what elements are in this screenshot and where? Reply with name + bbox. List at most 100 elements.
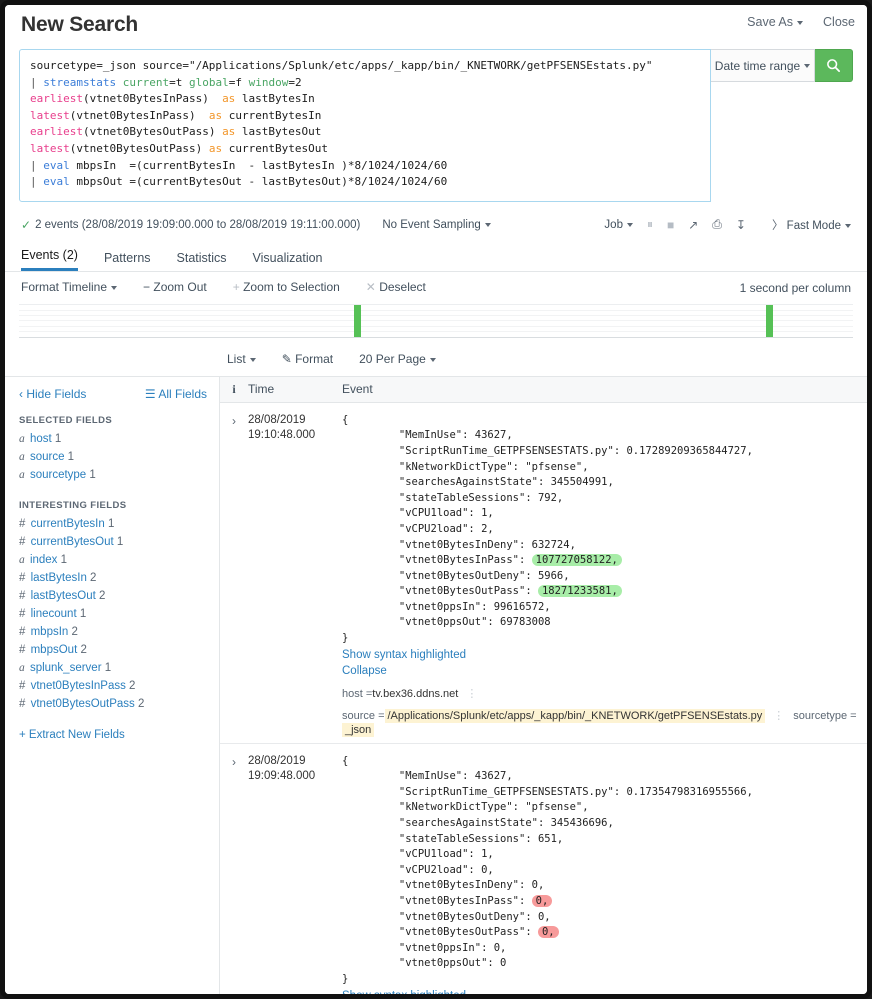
collapse-link[interactable]: Collapse (342, 663, 859, 679)
tab-patterns[interactable]: Patterns (104, 251, 151, 271)
event-meta-source: source = /Applications/Splunk/etc/apps/_… (342, 708, 859, 737)
format-timeline-button[interactable]: Format Timeline (21, 280, 118, 294)
save-as-button[interactable]: Save As (747, 15, 804, 29)
tab-statistics[interactable]: Statistics (177, 251, 227, 271)
export-icon[interactable]: ↧ (736, 218, 746, 232)
search-query-input[interactable]: sourcetype=_json source="/Applications/S… (19, 49, 711, 202)
query-line: | eval mbpsIn =(currentBytesIn - lastByt… (30, 158, 700, 175)
show-syntax-highlighted-link[interactable]: Show syntax highlighted (342, 988, 859, 994)
tab-visualization[interactable]: Visualization (253, 251, 323, 271)
query-line: earliest(vtnet0BytesOutPass) as lastByte… (30, 124, 700, 141)
list-view-dropdown[interactable]: List (227, 352, 256, 366)
query-token: =t (169, 75, 189, 89)
highlighted-value[interactable]: 0, (537, 926, 559, 939)
highlighted-value[interactable]: 107727058122, (531, 554, 622, 567)
field-type-icon: a (19, 450, 25, 463)
pause-icon[interactable]: ⏸ (647, 217, 653, 232)
close-button[interactable]: Close (823, 15, 855, 29)
query-token: mbpsOut =(currentBytesOut - lastBytesOut… (69, 175, 448, 189)
query-token: currentBytesOut (222, 141, 329, 155)
field-name: mbpsIn (27, 625, 72, 638)
field-count: 2 (80, 643, 87, 656)
event-timestamp[interactable]: 28/08/2019 19:09:48.000 (248, 754, 334, 994)
event-json: { "MemInUse": 43627, "ScriptRunTime_GETP… (342, 754, 859, 988)
timeline-bar[interactable] (354, 304, 362, 337)
event-timestamp[interactable]: 28/08/2019 19:10:48.000 (248, 413, 334, 743)
field-item-vtnet0BytesOutPass[interactable]: # vtnet0BytesOutPass 2 (19, 695, 207, 713)
field-item-sourcetype[interactable]: a sourcetype 1 (19, 466, 207, 484)
field-item-mbpsOut[interactable]: # mbpsOut 2 (19, 641, 207, 659)
meta-value-host[interactable]: tv.bex36.ddns.net (372, 687, 458, 701)
field-name: linecount (27, 607, 80, 620)
query-token: as (222, 92, 236, 106)
field-count: 1 (107, 517, 115, 530)
field-item-index[interactable]: a index 1 (19, 551, 207, 569)
expand-event-icon[interactable]: › (220, 754, 248, 994)
per-page-label: 20 Per Page (359, 351, 426, 366)
show-syntax-highlighted-link[interactable]: Show syntax highlighted (342, 647, 859, 663)
field-type-icon: # (19, 517, 26, 530)
json-text: "vCPU1load": 1, (342, 848, 494, 861)
zoom-out-button[interactable]: − Zoom Out (143, 280, 207, 294)
json-line: "vCPU1load": 1, (342, 847, 859, 863)
field-item-vtnet0BytesInPass[interactable]: # vtnet0BytesInPass 2 (19, 677, 207, 695)
hide-fields-button[interactable]: ‹ Hide Fields (19, 387, 86, 401)
field-name: currentBytesIn (27, 517, 108, 530)
job-menu-button[interactable]: Job (604, 219, 633, 231)
field-item-linecount[interactable]: # linecount 1 (19, 605, 207, 623)
deselect-button[interactable]: ✕ Deselect (366, 280, 426, 294)
query-token: currentBytesIn (222, 108, 322, 122)
query-line: earliest(vtnet0BytesInPass) as lastBytes… (30, 91, 700, 108)
extract-new-fields-button[interactable]: + Extract New Fields (19, 729, 207, 741)
table-header: i Time Event (220, 376, 867, 403)
field-item-mbpsIn[interactable]: # mbpsIn 2 (19, 623, 207, 641)
column-header-info: i (232, 381, 236, 396)
timeline-histogram[interactable] (19, 303, 853, 338)
highlighted-value[interactable]: 18271233581, (537, 585, 622, 598)
all-fields-button[interactable]: ☰ All Fields (145, 387, 207, 401)
search-button[interactable] (815, 49, 853, 82)
field-type-icon: # (19, 607, 26, 620)
timeline-scale-label: 1 second per column (739, 280, 851, 295)
query-token: earliest (30, 92, 83, 106)
event-sampling-dropdown[interactable]: No Event Sampling (382, 218, 491, 231)
meta-key-source: source = (342, 709, 385, 722)
query-token: (vtnet0BytesOutPass) (69, 141, 209, 155)
search-mode-dropdown[interactable]: 〉 Fast Mode (772, 217, 851, 233)
stop-icon[interactable]: ■ (667, 218, 674, 232)
gridline (19, 325, 853, 327)
timeline-bar[interactable] (766, 304, 774, 337)
expand-event-icon[interactable]: › (220, 413, 248, 743)
field-item-host[interactable]: a host 1 (19, 430, 207, 448)
print-icon[interactable]: ⎙ (712, 217, 722, 232)
time-range-picker[interactable]: Date time range (711, 49, 815, 82)
format-results-button[interactable]: ✎ Format (282, 352, 333, 366)
highlighted-value[interactable]: 0, (531, 895, 553, 907)
share-icon[interactable]: ↗ (688, 218, 698, 232)
column-header-event: Event (342, 382, 373, 397)
meta-value-source[interactable]: /Applications/Splunk/etc/apps/_kapp/bin/… (384, 708, 766, 723)
json-text: "vtnet0BytesOutDeny": 5966, (342, 569, 570, 582)
event-sampling-label: No Event Sampling (382, 218, 481, 231)
field-name: vtnet0BytesInPass (27, 679, 130, 692)
zoom-to-selection-button[interactable]: + Zoom to Selection (233, 280, 340, 294)
results-controls: List ✎ Format 20 Per Page (5, 338, 867, 376)
query-token: (vtnet0BytesInPass) (82, 92, 223, 106)
field-item-lastBytesIn[interactable]: # lastBytesIn 2 (19, 569, 207, 587)
meta-value-sourcetype[interactable]: _json (342, 722, 375, 737)
field-count: 1 (104, 661, 112, 674)
selected-fields-title: SELECTED FIELDS (19, 414, 113, 426)
per-page-dropdown[interactable]: 20 Per Page (359, 352, 436, 366)
json-line: "vCPU2load": 0, (342, 863, 859, 879)
field-item-splunk_server[interactable]: a splunk_server 1 (19, 659, 207, 677)
query-token: latest (30, 141, 70, 155)
timeline-controls: Format Timeline − Zoom Out + Zoom to Sel… (5, 272, 867, 298)
query-token: lastBytesOut (235, 125, 322, 139)
field-item-lastBytesOut[interactable]: # lastBytesOut 2 (19, 587, 207, 605)
field-item-currentBytesIn[interactable]: # currentBytesIn 1 (19, 515, 207, 533)
field-item-currentBytesOut[interactable]: # currentBytesOut 1 (19, 533, 207, 551)
field-item-source[interactable]: a source 1 (19, 448, 207, 466)
zoom-out-label: Zoom Out (153, 279, 207, 294)
event-date: 28/08/2019 (248, 754, 306, 767)
tab-events[interactable]: Events (2) (21, 248, 78, 271)
